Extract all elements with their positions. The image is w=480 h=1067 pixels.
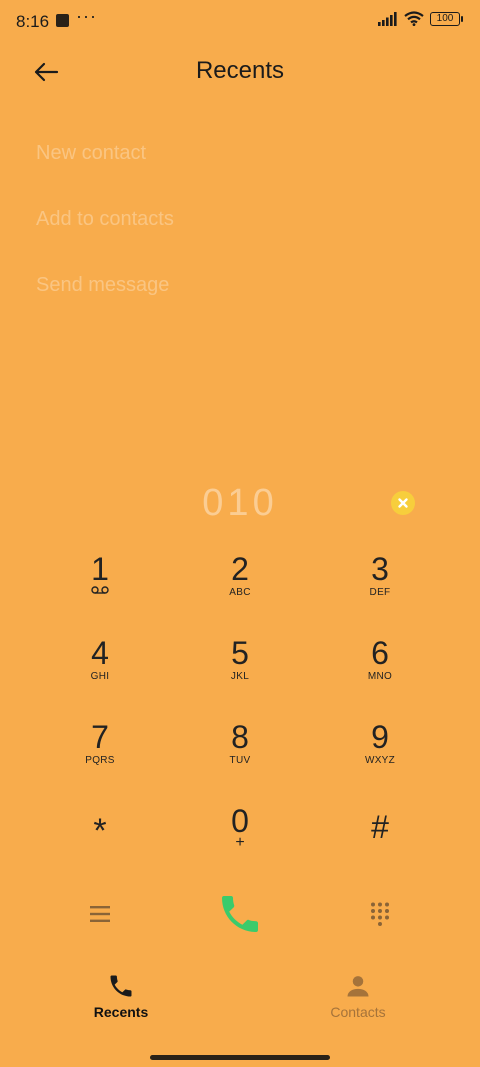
signal-icon bbox=[378, 11, 397, 26]
status-bar: 8:16 ··· 100 bbox=[0, 0, 480, 42]
action-list: New contact Add to contacts Send message bbox=[36, 138, 174, 336]
key-5[interactable]: 5 JKL bbox=[170, 632, 310, 716]
bottom-navigation: Recents Contacts bbox=[0, 972, 480, 1028]
dialer-actions bbox=[0, 888, 480, 940]
key-3[interactable]: 3 DEF bbox=[310, 548, 450, 632]
new-contact-action[interactable]: New contact bbox=[36, 138, 174, 204]
key-8[interactable]: 8 TUV bbox=[170, 716, 310, 800]
tab-contacts-label: Contacts bbox=[330, 1004, 386, 1020]
tab-contacts[interactable]: Contacts bbox=[278, 972, 438, 1028]
home-indicator[interactable] bbox=[150, 1055, 330, 1060]
key-1[interactable]: 1 bbox=[30, 548, 170, 632]
status-time: 8:16 bbox=[16, 12, 50, 31]
page-title: Recents bbox=[195, 57, 285, 84]
key-2[interactable]: 2 ABC bbox=[170, 548, 310, 632]
person-icon bbox=[347, 976, 369, 997]
key-6[interactable]: 6 MNO bbox=[310, 632, 450, 716]
send-message-action[interactable]: Send message bbox=[36, 270, 174, 336]
header: Recents bbox=[0, 44, 480, 100]
dialed-number-row: 010 bbox=[0, 478, 480, 528]
menu-button[interactable] bbox=[86, 900, 114, 928]
close-icon bbox=[398, 498, 408, 508]
more-notifications-icon: ··· bbox=[76, 6, 97, 26]
wifi-icon bbox=[404, 11, 424, 26]
key-9[interactable]: 9 WXYZ bbox=[310, 716, 450, 800]
call-button[interactable] bbox=[214, 890, 266, 938]
clear-button[interactable] bbox=[391, 491, 415, 515]
keypad: 1 2 ABC 3 DEF 4 GHI 5 JKL 6 MNO 7 PQRS 8… bbox=[30, 548, 450, 884]
phone-icon bbox=[110, 975, 132, 997]
tab-recents-label: Recents bbox=[93, 1004, 149, 1020]
notification-square-icon bbox=[56, 14, 69, 27]
tab-recents[interactable]: Recents bbox=[41, 972, 201, 1028]
add-to-contacts-action[interactable]: Add to contacts bbox=[36, 204, 174, 270]
dialpad-grid-icon bbox=[371, 902, 389, 926]
key-4[interactable]: 4 GHI bbox=[30, 632, 170, 716]
key-7[interactable]: 7 PQRS bbox=[30, 716, 170, 800]
status-icons: 100 bbox=[378, 11, 463, 26]
key-star[interactable]: * bbox=[30, 800, 170, 884]
dialpad-toggle-button[interactable] bbox=[366, 900, 394, 928]
key-hash[interactable]: # bbox=[310, 800, 450, 884]
phone-icon bbox=[222, 896, 258, 932]
voicemail-icon bbox=[91, 586, 109, 594]
key-0[interactable]: 0 + bbox=[170, 800, 310, 884]
battery-icon: 100 bbox=[430, 11, 463, 26]
hamburger-menu-icon bbox=[90, 906, 110, 922]
